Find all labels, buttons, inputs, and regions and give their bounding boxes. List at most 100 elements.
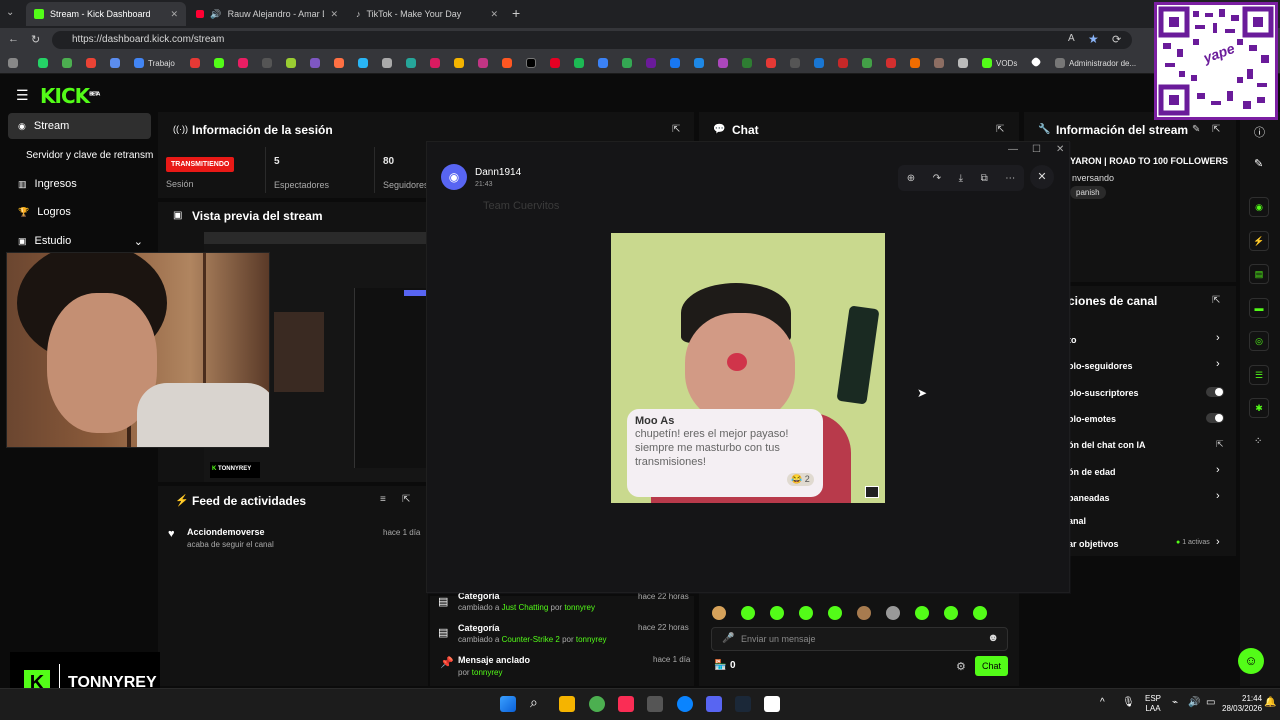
bookmark-icon[interactable] bbox=[1055, 58, 1065, 68]
bookmark-icon[interactable] bbox=[910, 58, 920, 68]
toggle-switch[interactable] bbox=[1206, 387, 1224, 397]
bookmark-vods[interactable]: VODs bbox=[996, 59, 1017, 68]
search-icon[interactable]: ⌕ bbox=[530, 694, 538, 711]
popout-icon[interactable]: ⇱ bbox=[672, 124, 680, 135]
bookmark-icon[interactable] bbox=[694, 58, 704, 68]
action-row-label[interactable]: olo-seguidores bbox=[1068, 361, 1133, 371]
sidebar-icon[interactable] bbox=[8, 58, 18, 68]
bookmark-icon[interactable] bbox=[502, 58, 512, 68]
bookmark-icon[interactable] bbox=[886, 58, 896, 68]
bookmark-icon[interactable] bbox=[718, 58, 728, 68]
emote-icon[interactable] bbox=[944, 606, 958, 620]
toggle-switch[interactable] bbox=[1206, 413, 1224, 423]
chevron-right-icon[interactable]: › bbox=[1216, 536, 1220, 548]
steam-icon[interactable] bbox=[735, 696, 751, 712]
bookmark-icon[interactable] bbox=[838, 58, 848, 68]
bookmark-icon[interactable] bbox=[262, 58, 272, 68]
bookmark-icon[interactable] bbox=[958, 58, 968, 68]
bookmark-icon[interactable] bbox=[406, 58, 416, 68]
download-icon[interactable]: ⤓ bbox=[959, 173, 963, 184]
telegram-icon[interactable] bbox=[358, 58, 368, 68]
open-external-icon[interactable]: ⧉ bbox=[981, 173, 988, 184]
emote-icon[interactable] bbox=[741, 606, 755, 620]
spotify-icon[interactable] bbox=[574, 58, 584, 68]
emoji-icon[interactable]: ☻ bbox=[987, 632, 999, 644]
bookmark-icon[interactable] bbox=[334, 58, 344, 68]
chevron-right-icon[interactable]: › bbox=[1216, 464, 1220, 476]
tab-kick[interactable]: Stream - Kick Dashboard ✕ bbox=[26, 2, 186, 26]
emote-icon[interactable] bbox=[857, 606, 871, 620]
minimize-icon[interactable]: — bbox=[1008, 144, 1018, 155]
document-icon[interactable]: ▤ bbox=[1249, 264, 1269, 284]
bookmark-icon[interactable] bbox=[382, 58, 392, 68]
bookmark-icon[interactable] bbox=[598, 58, 608, 68]
capcut-icon[interactable] bbox=[764, 696, 780, 712]
camera-icon[interactable]: ◉ bbox=[1249, 197, 1269, 217]
popout-icon[interactable]: ⇱ bbox=[402, 494, 410, 505]
bookmark-icon[interactable] bbox=[934, 58, 944, 68]
gmail-icon[interactable] bbox=[86, 58, 96, 68]
action-row-label[interactable]: baneadas bbox=[1068, 493, 1110, 503]
edge-icon[interactable] bbox=[677, 696, 693, 712]
bookmark-icon[interactable] bbox=[742, 58, 752, 68]
bookmark-icon[interactable] bbox=[430, 58, 440, 68]
app-icon[interactable] bbox=[110, 58, 120, 68]
tab-list-icon[interactable]: ⌄ bbox=[6, 7, 14, 18]
close-icon[interactable]: ✕ bbox=[170, 9, 178, 20]
reload-icon[interactable]: ↻ bbox=[31, 33, 40, 46]
bookmark-icon[interactable] bbox=[814, 58, 824, 68]
music-icon[interactable] bbox=[238, 58, 248, 68]
info-icon[interactable]: ⓘ bbox=[1254, 124, 1265, 140]
emote-icon[interactable] bbox=[973, 606, 987, 620]
close-viewer-button[interactable]: ✕ bbox=[1030, 165, 1054, 189]
mic-icon[interactable]: 🎤 bbox=[722, 633, 734, 644]
popout-icon[interactable]: ⇱ bbox=[996, 124, 1004, 135]
bookmark-icon[interactable] bbox=[286, 58, 296, 68]
bolt-icon[interactable]: ⚡ bbox=[1249, 231, 1269, 251]
popout-icon[interactable]: ⇱ bbox=[1212, 295, 1220, 306]
close-icon[interactable]: ✕ bbox=[330, 9, 338, 20]
bookmark-icon[interactable] bbox=[862, 58, 872, 68]
more-icon[interactable]: ⋯ bbox=[1005, 173, 1015, 184]
refresh-icon[interactable]: ⟳ bbox=[1112, 33, 1121, 46]
volume-icon[interactable]: 🔊 bbox=[1188, 697, 1200, 708]
menu-icon[interactable]: ☰ bbox=[16, 87, 29, 104]
sidebar-item-stream[interactable]: ◉ Stream bbox=[8, 113, 151, 139]
chevron-up-icon[interactable]: ^ bbox=[1100, 697, 1105, 708]
read-aloud-icon[interactable]: A bbox=[1068, 33, 1075, 44]
chrome-icon[interactable] bbox=[589, 696, 605, 712]
action-row-label[interactable]: ón del chat con IA bbox=[1068, 440, 1146, 450]
kick-icon[interactable] bbox=[214, 58, 224, 68]
emote-icon[interactable] bbox=[712, 606, 726, 620]
settings-icon[interactable]: ⚙ bbox=[956, 660, 966, 673]
close-icon[interactable]: ✕ bbox=[490, 9, 498, 20]
vods-icon[interactable] bbox=[982, 58, 992, 68]
window-close-icon[interactable]: ✕ bbox=[1056, 144, 1064, 155]
bookmark-icon[interactable] bbox=[190, 58, 200, 68]
list-icon[interactable]: ☰ bbox=[1249, 365, 1269, 385]
bookmark-admin[interactable]: Administrador de... bbox=[1069, 59, 1136, 68]
chat-icon[interactable]: ▬ bbox=[1249, 298, 1269, 318]
whatsapp-icon[interactable] bbox=[38, 58, 48, 68]
windows-start-icon[interactable] bbox=[500, 696, 516, 712]
tab-tiktok[interactable]: ♪ TikTok - Make Your Day ✕ bbox=[348, 2, 506, 26]
music-app-icon[interactable] bbox=[618, 696, 634, 712]
drive-icon[interactable] bbox=[62, 58, 72, 68]
chevron-down-icon[interactable]: ⌄ bbox=[134, 235, 143, 248]
chat-send-button[interactable]: Chat bbox=[975, 656, 1008, 676]
instagram-icon[interactable] bbox=[478, 58, 488, 68]
bookmark-icon[interactable] bbox=[766, 58, 776, 68]
popout-icon[interactable]: ⇱ bbox=[1212, 124, 1220, 135]
sidebar-item-ingresos[interactable]: ▥ Ingresos bbox=[8, 171, 151, 197]
broadcast-icon[interactable]: ◎ bbox=[1249, 331, 1269, 351]
action-row-label[interactable]: ón de edad bbox=[1068, 467, 1116, 477]
wrench-icon[interactable]: ✱ bbox=[1249, 398, 1269, 418]
snipping-icon[interactable] bbox=[647, 696, 663, 712]
bookmark-trabajo[interactable]: Trabajo bbox=[148, 59, 175, 68]
bookmark-icon[interactable] bbox=[790, 58, 800, 68]
chevron-right-icon[interactable]: › bbox=[1216, 332, 1220, 344]
emote-icon[interactable] bbox=[799, 606, 813, 620]
meme-image[interactable]: Moo As chupetín! eres el mejor payaso! s… bbox=[611, 233, 885, 503]
pinterest-icon[interactable] bbox=[550, 58, 560, 68]
url-field[interactable]: https://dashboard.kick.com/stream bbox=[52, 31, 1132, 49]
